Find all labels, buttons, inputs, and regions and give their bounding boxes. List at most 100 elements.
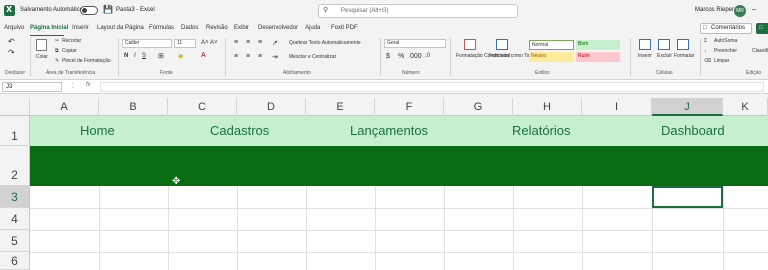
wrap-text-button[interactable]: Quebrar Texto Automaticamente <box>289 40 361 46</box>
nav-link-cadastros[interactable]: Cadastros <box>210 123 269 138</box>
row-header-1[interactable]: 1 <box>0 116 30 146</box>
formula-menu-icon[interactable]: ⋮ <box>70 82 76 89</box>
style-ruim[interactable]: Ruim <box>576 52 620 62</box>
user-name: Marcos Rieper <box>695 7 735 13</box>
font-name-select[interactable]: Calibri <box>122 39 172 48</box>
number-format-select[interactable]: Geral <box>384 39 446 48</box>
group-number: Número <box>402 70 420 76</box>
underline-button[interactable]: S <box>142 53 146 59</box>
insert-cells-button[interactable]: Inserir <box>638 53 652 59</box>
row-header-2[interactable]: 2 <box>0 146 30 186</box>
minimize-icon[interactable]: – <box>752 6 756 13</box>
column-header-a[interactable]: A <box>30 98 99 116</box>
format-table-icon[interactable] <box>496 39 508 50</box>
nav-link-home[interactable]: Home <box>80 123 115 138</box>
name-box[interactable]: J3 <box>2 82 62 92</box>
menu-inserir[interactable]: Inserir <box>72 25 89 31</box>
menu-ajuda[interactable]: Ajuda <box>305 25 320 31</box>
column-header-h[interactable]: H <box>513 98 582 116</box>
menu-revisao[interactable]: Revisão <box>206 25 228 31</box>
decrease-font-icon[interactable]: A˅ <box>210 40 218 46</box>
column-header-i[interactable]: I <box>582 98 652 116</box>
comma-icon[interactable]: 000 <box>410 53 422 60</box>
nav-link-lancamentos[interactable]: Lançamentos <box>350 123 428 138</box>
save-icon[interactable]: 💾 <box>103 5 113 14</box>
menu-pagina-inicial[interactable]: Página Inicial <box>30 25 68 31</box>
increase-font-icon[interactable]: A˄ <box>201 40 209 46</box>
nav-link-relatorios[interactable]: Relatórios <box>512 123 571 138</box>
comments-button[interactable]: □ Comentários <box>700 23 752 34</box>
fx-icon[interactable]: fx <box>86 82 91 88</box>
align-left-icon[interactable]: ≡ <box>234 53 238 60</box>
ribbon-divider <box>630 38 631 76</box>
format-cells-icon[interactable] <box>677 39 689 50</box>
column-header-g[interactable]: G <box>444 98 513 116</box>
decimal-icon[interactable]: ,0 <box>425 53 430 59</box>
menu-exibir[interactable]: Exibir <box>234 25 249 31</box>
column-header-f[interactable]: F <box>375 98 444 116</box>
copy-button[interactable]: Copiar <box>62 48 77 54</box>
paste-label[interactable]: Colar <box>36 54 48 60</box>
avatar[interactable]: MR <box>734 5 746 17</box>
ribbon-divider <box>380 38 381 76</box>
borders-icon[interactable]: ⊞ <box>158 52 164 60</box>
insert-cells-icon[interactable] <box>639 39 651 50</box>
align-bottom-icon[interactable]: ≡ <box>258 39 262 46</box>
align-right-icon[interactable]: ≡ <box>258 53 262 60</box>
column-header-j[interactable]: J <box>652 98 723 116</box>
row-header-3[interactable]: 3 <box>0 186 30 208</box>
nav-link-dashboard[interactable]: Dashboard <box>661 123 725 138</box>
style-bom[interactable]: Bom <box>576 40 620 50</box>
column-header-b[interactable]: B <box>99 98 168 116</box>
delete-cells-button[interactable]: Excluir <box>657 53 672 59</box>
menu-layout[interactable]: Layout da Página <box>97 25 144 31</box>
autosum-button[interactable]: AutoSoma <box>714 38 737 44</box>
row-header-6[interactable]: 6 <box>0 252 30 270</box>
row-header-5[interactable]: 5 <box>0 230 30 252</box>
italic-button[interactable]: I <box>134 53 136 59</box>
conditional-format-icon[interactable] <box>464 39 476 50</box>
active-cell-j3[interactable] <box>652 186 723 208</box>
autosave-toggle[interactable] <box>80 6 98 15</box>
indent-icon[interactable]: ⇥ <box>272 53 278 61</box>
format-painter-button[interactable]: Pincel de Formatação <box>62 58 111 64</box>
row-header-4[interactable]: 4 <box>0 208 30 230</box>
menu-foxit[interactable]: Foxit PDF <box>331 25 358 31</box>
font-size-select[interactable]: 11 <box>174 39 196 48</box>
redo-icon[interactable]: ↷ <box>8 48 15 57</box>
style-neutro[interactable]: Neutro <box>529 52 574 62</box>
bold-button[interactable]: N <box>124 53 128 59</box>
menu-desenvolvedor[interactable]: Desenvolvedor <box>258 25 298 31</box>
delete-cells-icon[interactable] <box>658 39 670 50</box>
sort-filter-button[interactable]: Classificar e Filtrar <box>752 48 768 54</box>
orientation-icon[interactable]: ↗ <box>272 39 278 47</box>
menu-dados[interactable]: Dados <box>181 25 198 31</box>
style-normal[interactable]: Normal <box>529 40 574 50</box>
font-color-icon[interactable]: A <box>201 52 206 59</box>
align-center-icon[interactable]: ≡ <box>246 53 250 60</box>
column-header-d[interactable]: D <box>237 98 306 116</box>
merge-center-button[interactable]: Mesclar e Centralizar <box>289 54 336 60</box>
fill-color-icon[interactable]: ◈ <box>178 52 183 60</box>
cut-button[interactable]: Recortar <box>62 38 81 44</box>
fill-button[interactable]: Preencher <box>714 48 737 54</box>
menu-arquivo[interactable]: Arquivo <box>4 25 24 31</box>
paste-icon[interactable] <box>36 39 47 51</box>
undo-icon[interactable]: ↶ <box>8 37 15 46</box>
share-button[interactable]: □ <box>756 23 768 34</box>
formula-input[interactable] <box>100 82 764 92</box>
search-box[interactable]: ⚲ Pesquisar (Alt+G) <box>318 4 518 18</box>
percent-icon[interactable]: % <box>398 53 404 60</box>
align-top-icon[interactable]: ≡ <box>234 39 238 46</box>
menu-formulas[interactable]: Fórmulas <box>149 25 174 31</box>
column-header-e[interactable]: E <box>306 98 375 116</box>
format-cells-button[interactable]: Formatar <box>674 53 694 59</box>
select-all-corner[interactable] <box>0 98 30 116</box>
align-middle-icon[interactable]: ≡ <box>246 39 250 46</box>
clear-button[interactable]: Limpar <box>714 58 729 64</box>
currency-icon[interactable]: $ <box>386 53 390 60</box>
column-header-k[interactable]: K <box>723 98 768 116</box>
formula-bar: J3 ⋮ fx <box>0 80 768 94</box>
ribbon-divider <box>118 38 119 76</box>
column-header-c[interactable]: C <box>168 98 237 116</box>
